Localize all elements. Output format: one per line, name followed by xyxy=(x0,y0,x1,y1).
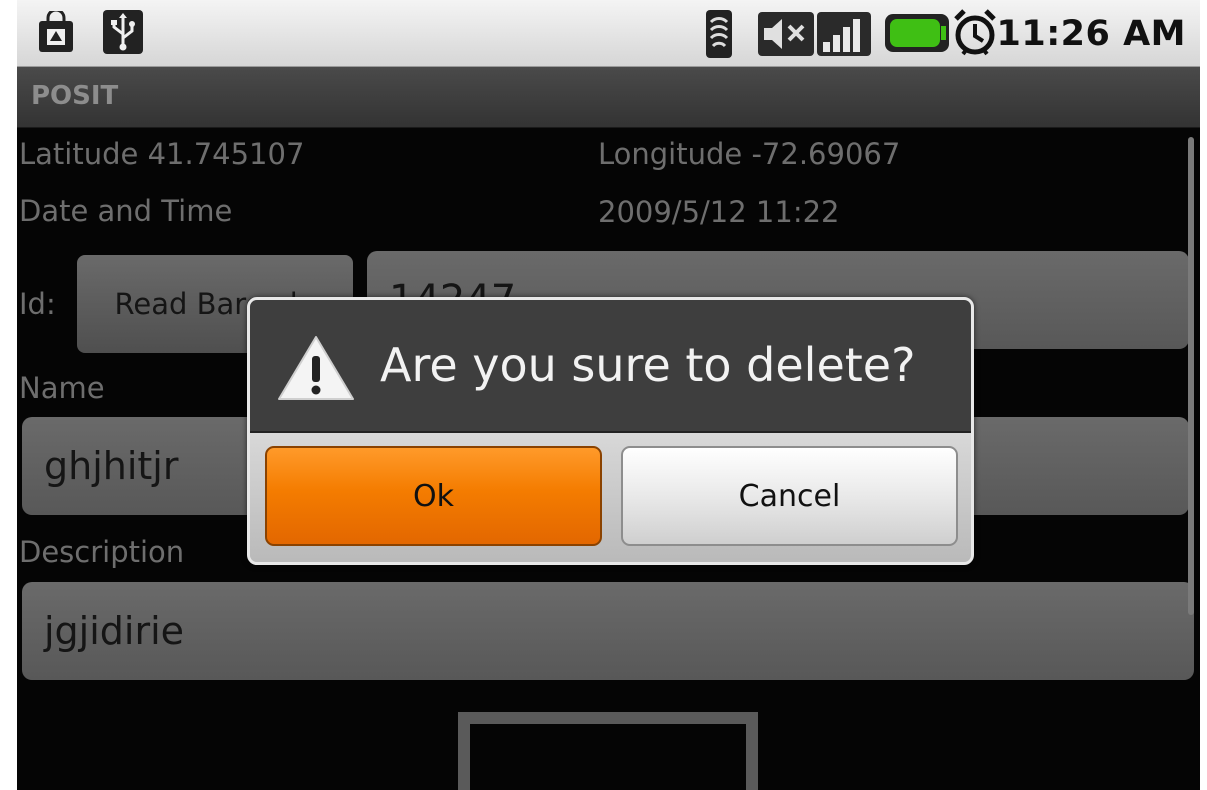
ok-button[interactable]: Ok xyxy=(265,446,602,546)
cancel-button[interactable]: Cancel xyxy=(621,446,958,546)
name-label: Name xyxy=(19,371,105,405)
description-field[interactable]: jgjidirie xyxy=(22,582,1194,680)
delete-confirm-dialog: Are you sure to delete? Ok Cancel xyxy=(247,297,974,565)
dialog-button-bar: Ok Cancel xyxy=(250,433,971,562)
usb-icon xyxy=(103,10,143,54)
volume-muted-icon xyxy=(758,12,814,56)
battery-icon xyxy=(885,14,949,52)
datetime-value: 2009/5/12 11:22 xyxy=(598,195,840,229)
app-title-bar: POSIT xyxy=(17,67,1200,128)
dialog-title: Are you sure to delete? xyxy=(380,338,916,392)
scrollbar[interactable] xyxy=(1188,137,1194,615)
id-label: Id: xyxy=(19,287,56,321)
dialog-header: Are you sure to delete? xyxy=(250,300,971,433)
longitude-label: Longitude -72.69067 xyxy=(598,137,901,171)
status-bar: 11:26 AM xyxy=(17,0,1200,67)
signal-icon xyxy=(817,12,871,56)
status-time: 11:26 AM xyxy=(996,14,1186,54)
wifi-icon xyxy=(706,10,732,58)
datetime-label: Date and Time xyxy=(19,194,233,228)
photo-frame[interactable] xyxy=(458,712,758,790)
alarm-icon xyxy=(954,9,996,56)
shopping-bag-icon xyxy=(39,11,73,52)
latitude-label: Latitude 41.745107 xyxy=(19,137,305,171)
description-label: Description xyxy=(19,535,185,569)
warning-icon xyxy=(278,336,354,400)
app-title: POSIT xyxy=(31,81,119,111)
